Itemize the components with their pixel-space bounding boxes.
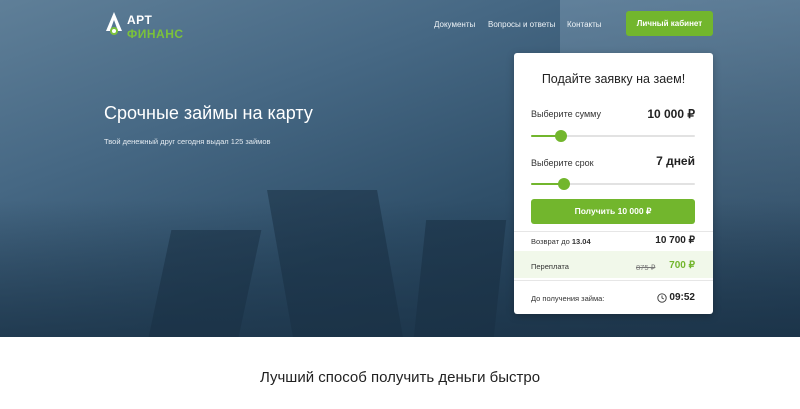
divider — [514, 231, 713, 232]
hero-subtitle: Твой денежный друг сегодня выдал 125 зай… — [104, 137, 271, 146]
amount-value: 10 000 ₽ — [647, 107, 695, 121]
overpay-label: Переплата — [531, 262, 569, 271]
hero-title: Срочные займы на карту — [104, 103, 313, 123]
amount-slider[interactable] — [531, 130, 695, 142]
brand-logo[interactable]: АРТ ФИНАНС — [104, 11, 184, 41]
overpay-old-value: 875 ₽ — [636, 263, 656, 272]
timer-value: 09:52 — [669, 292, 695, 303]
divider — [514, 280, 713, 281]
term-label: Выберите срок — [531, 158, 594, 168]
term-value: 7 дней — [656, 154, 695, 168]
nav-link-faq[interactable]: Вопросы и ответы — [488, 20, 555, 29]
personal-cabinet-button[interactable]: Личный кабинет — [626, 11, 713, 36]
nav-link-contacts[interactable]: Контакты — [567, 20, 602, 29]
overpay-new-value: 700 ₽ — [669, 260, 695, 271]
brand-name-line2: ФИНАНС — [127, 27, 184, 41]
return-label: Возврат до 13.04 — [531, 237, 591, 246]
section-title: Лучший способ получить деньги быстро — [259, 369, 541, 386]
term-slider-thumb[interactable] — [557, 178, 570, 190]
nav-link-documents[interactable]: Документы — [434, 20, 475, 29]
amount-label: Выберите сумму — [531, 109, 601, 119]
return-date: 13.04 — [571, 237, 591, 246]
term-slider[interactable] — [531, 178, 695, 190]
amount-slider-thumb[interactable] — [554, 130, 567, 142]
timer-label: До получения займа: — [531, 294, 605, 303]
loan-application-card: Подайте заявку на заем! Выберите сумму 1… — [514, 53, 713, 314]
loan-form-title: Подайте заявку на заем! — [541, 72, 686, 86]
return-amount: 10 700 ₽ — [655, 235, 695, 246]
brand-name-line1: АРТ — [127, 13, 153, 27]
clock-icon — [657, 293, 667, 303]
get-loan-button[interactable]: Получить 10 000 ₽ — [531, 199, 695, 224]
logo-icon — [106, 12, 122, 35]
return-label-text: Возврат до — [531, 237, 570, 246]
